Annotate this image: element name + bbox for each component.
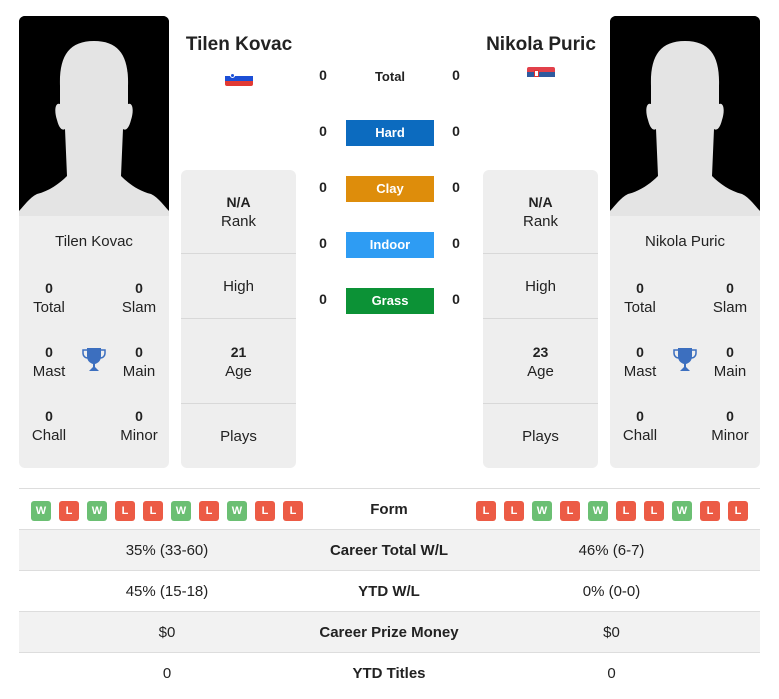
player2-photo bbox=[610, 16, 760, 216]
player2-ytd-wl: 0% (0-0) bbox=[582, 583, 641, 600]
player1-name[interactable]: Tilen Kovac bbox=[170, 34, 308, 56]
table-row: $0 Career Prize Money $0 bbox=[19, 612, 760, 653]
player2-titles-chall: 0 Chall bbox=[622, 408, 658, 444]
player2-titles-total: 0 Total bbox=[624, 280, 656, 316]
player2-rank: N/A Rank bbox=[522, 194, 559, 230]
player1-card-name: Tilen Kovac bbox=[55, 233, 133, 250]
divider bbox=[181, 403, 296, 404]
form-badge-loss[interactable]: L bbox=[644, 501, 664, 521]
player1-titles-main: 0 Main bbox=[122, 344, 156, 380]
h2h-hard-p2: 0 bbox=[452, 123, 460, 139]
player1-titles-total: 0 Total bbox=[33, 280, 65, 316]
form-badge-loss[interactable]: L bbox=[504, 501, 524, 521]
h2h-indoor-p1: 0 bbox=[319, 235, 327, 251]
h2h-hard-p1: 0 bbox=[319, 123, 327, 139]
divider bbox=[181, 318, 296, 319]
row-label: Career Total W/L bbox=[329, 542, 449, 559]
h2h-total-p2: 0 bbox=[452, 67, 460, 83]
h2h-indoor-p2: 0 bbox=[452, 235, 460, 251]
form-badge-win[interactable]: W bbox=[672, 501, 692, 521]
trophy-icon bbox=[82, 348, 106, 371]
form-badge-win[interactable]: W bbox=[87, 501, 107, 521]
surface-grass[interactable]: Grass bbox=[346, 288, 434, 314]
player1-career-wl: 35% (33-60) bbox=[125, 542, 209, 559]
player2-career-wl: 46% (6-7) bbox=[578, 542, 645, 559]
player1-plays: Plays bbox=[220, 428, 257, 445]
player2-ytd-titles: 0 bbox=[607, 665, 616, 682]
form-badge-win[interactable]: W bbox=[532, 501, 552, 521]
trophy-icon bbox=[673, 348, 697, 371]
player2-titles-main: 0 Main bbox=[713, 344, 747, 380]
player1-high: High bbox=[223, 278, 254, 295]
surface-hard[interactable]: Hard bbox=[346, 120, 434, 146]
form-badge-loss[interactable]: L bbox=[616, 501, 636, 521]
form-badge-loss[interactable]: L bbox=[255, 501, 275, 521]
player2-titles-minor: 0 Minor bbox=[711, 408, 749, 444]
h2h-grass-p2: 0 bbox=[452, 291, 460, 307]
h2h-total-label: Total bbox=[374, 69, 406, 84]
surface-indoor[interactable]: Indoor bbox=[346, 232, 434, 258]
divider bbox=[483, 403, 598, 404]
form-badge-loss[interactable]: L bbox=[700, 501, 720, 521]
player2-card-name: Nikola Puric bbox=[644, 233, 726, 250]
table-row: 0 YTD Titles 0 bbox=[19, 653, 760, 694]
player2-age: 23 Age bbox=[527, 344, 554, 380]
player2-titles-slam: 0 Slam bbox=[712, 280, 748, 316]
player2-plays: Plays bbox=[522, 428, 559, 445]
row-label: YTD W/L bbox=[358, 583, 420, 600]
divider bbox=[483, 318, 598, 319]
row-label: YTD Titles bbox=[352, 665, 426, 682]
divider bbox=[181, 253, 296, 254]
form-badge-loss[interactable]: L bbox=[728, 501, 748, 521]
player1-prize-money: $0 bbox=[158, 624, 176, 641]
form-row: WLWLLWLWLL Form LLWLWLLWLL bbox=[19, 489, 760, 530]
player1-titles-minor: 0 Minor bbox=[120, 408, 158, 444]
form-badge-loss[interactable]: L bbox=[476, 501, 496, 521]
form-badge-loss[interactable]: L bbox=[560, 501, 580, 521]
form-badge-win[interactable]: W bbox=[588, 501, 608, 521]
h2h-total-p1: 0 bbox=[319, 67, 327, 83]
divider bbox=[483, 253, 598, 254]
player2-info-card: N/A Rank High 23 Age Plays bbox=[483, 170, 598, 468]
h2h-clay-p1: 0 bbox=[319, 179, 327, 195]
form-badge-loss[interactable]: L bbox=[199, 501, 219, 521]
form-badge-win[interactable]: W bbox=[171, 501, 191, 521]
serbia-flag-icon bbox=[527, 67, 555, 82]
player2-card: Nikola Puric 0 Total 0 Slam 0 Mast 0 Mai… bbox=[610, 216, 760, 468]
player1-ytd-titles: 0 bbox=[162, 665, 172, 682]
form-badge-loss[interactable]: L bbox=[143, 501, 163, 521]
player1-rank: N/A Rank bbox=[220, 194, 257, 230]
row-label: Career Prize Money bbox=[319, 624, 459, 641]
form-badge-loss[interactable]: L bbox=[283, 501, 303, 521]
player-silhouette-icon bbox=[19, 16, 169, 216]
player1-info-card: N/A Rank High 21 Age Plays bbox=[181, 170, 296, 468]
form-label: Form bbox=[370, 501, 408, 518]
player1-ytd-wl: 45% (15-18) bbox=[125, 583, 209, 600]
h2h-clay-p2: 0 bbox=[452, 179, 460, 195]
table-row: 45% (15-18) YTD W/L 0% (0-0) bbox=[19, 571, 760, 612]
player-silhouette-icon bbox=[610, 16, 760, 216]
form-badge-loss[interactable]: L bbox=[115, 501, 135, 521]
table-row: 35% (33-60) Career Total W/L 46% (6-7) bbox=[19, 530, 760, 571]
player2-name[interactable]: Nikola Puric bbox=[472, 34, 610, 56]
player1-photo bbox=[19, 16, 169, 216]
player2-titles-mast: 0 Mast bbox=[623, 344, 657, 380]
surface-clay[interactable]: Clay bbox=[346, 176, 434, 202]
player1-titles-slam: 0 Slam bbox=[121, 280, 157, 316]
player1-titles-chall: 0 Chall bbox=[31, 408, 67, 444]
form-badge-loss[interactable]: L bbox=[59, 501, 79, 521]
player1-titles-mast: 0 Mast bbox=[32, 344, 66, 380]
slovenia-flag-icon bbox=[225, 71, 253, 86]
player2-prize-money: $0 bbox=[603, 624, 620, 641]
player2-high: High bbox=[525, 278, 556, 295]
player1-card: Tilen Kovac 0 Total 0 Slam 0 Mast 0 Main… bbox=[19, 216, 169, 468]
form-badge-win[interactable]: W bbox=[227, 501, 247, 521]
player1-age: 21 Age bbox=[225, 344, 252, 380]
h2h-grass-p1: 0 bbox=[319, 291, 327, 307]
form-badge-win[interactable]: W bbox=[31, 501, 51, 521]
